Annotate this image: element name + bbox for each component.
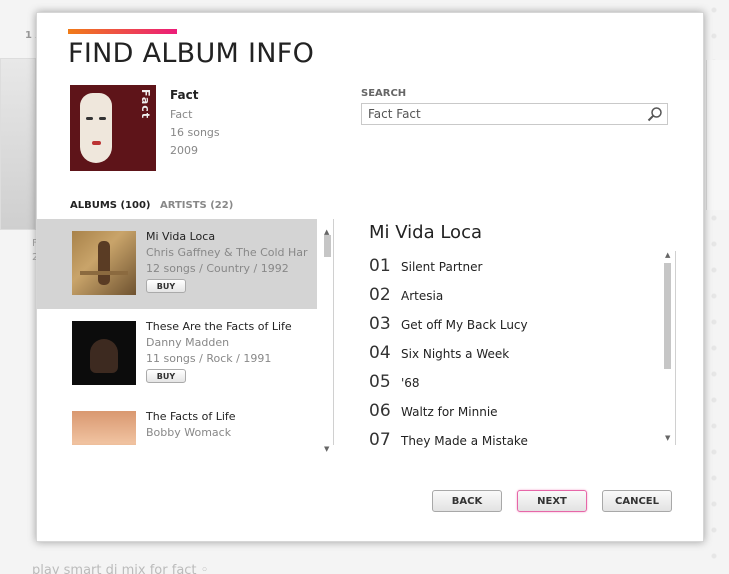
current-album-title: Fact — [170, 88, 199, 102]
selected-album-title: Mi Vida Loca — [369, 222, 483, 243]
album-list-item[interactable]: The Facts of Life Bobby Womack — [37, 399, 317, 445]
title-accent-bar — [68, 29, 177, 34]
album-details: 11 songs / Rock / 1991 — [146, 352, 272, 365]
background-panel — [706, 60, 729, 210]
smart-dj-mix-link[interactable]: play smart dj mix for fact ◦ — [32, 563, 208, 574]
current-album-artist: Fact — [170, 108, 193, 121]
buy-button[interactable]: BUY — [146, 369, 186, 383]
search-input[interactable] — [368, 106, 638, 122]
track-name: Silent Partner — [401, 260, 483, 274]
album-list-item[interactable]: These Are the Facts of Life Danny Madden… — [37, 309, 317, 399]
smart-dj-icon: ◦ — [200, 563, 209, 574]
album-details: 12 songs / Country / 1992 — [146, 262, 289, 275]
album-title: These Are the Facts of Life — [146, 320, 292, 333]
track-list-scrollbar[interactable]: ▲ ▼ — [663, 251, 675, 447]
scroll-thumb[interactable] — [324, 235, 331, 257]
next-button[interactable]: NEXT — [517, 490, 587, 512]
track-name: Waltz for Minnie — [401, 405, 498, 419]
track-name: Artesia — [401, 289, 444, 303]
album-cover — [72, 411, 136, 445]
album-list-item[interactable]: Mi Vida Loca Chris Gaffney & The Cold Ha… — [37, 219, 317, 309]
album-artist: Danny Madden — [146, 336, 230, 349]
scroll-up-arrow[interactable]: ▲ — [665, 251, 670, 259]
results-tabs: ALBUMS (100) ARTISTS (22) — [70, 200, 239, 211]
back-button[interactable]: BACK — [432, 490, 502, 512]
track-number: 01 — [369, 256, 391, 276]
search-box[interactable] — [361, 103, 668, 125]
track-number: 02 — [369, 285, 391, 305]
panel-divider — [333, 219, 334, 445]
cancel-button[interactable]: CANCEL — [602, 490, 672, 512]
album-cover — [72, 321, 136, 385]
album-cover — [72, 231, 136, 295]
current-album-song-count: 16 songs — [170, 126, 220, 139]
album-artist: Chris Gaffney & The Cold Hard Facts — [146, 246, 308, 259]
track-name: They Made a Mistake — [401, 434, 528, 448]
dialog-title: FIND ALBUM INFO — [68, 38, 315, 69]
track-number: 05 — [369, 372, 391, 392]
track-name: '68 — [401, 376, 420, 390]
track-number: 04 — [369, 343, 391, 363]
tab-artists[interactable]: ARTISTS (22) — [160, 200, 233, 211]
album-results-list[interactable]: Mi Vida Loca Chris Gaffney & The Cold Ha… — [37, 219, 333, 445]
find-album-info-dialog: FIND ALBUM INFO Fact Fact Fact 16 songs … — [36, 12, 704, 542]
buy-button[interactable]: BUY — [146, 279, 186, 293]
track-name: Get off My Back Lucy — [401, 318, 528, 332]
track-panel-border — [675, 251, 676, 445]
scroll-down-arrow[interactable]: ▼ — [665, 434, 670, 442]
album-title: The Facts of Life — [146, 410, 236, 423]
current-album-cover: Fact — [70, 85, 156, 171]
album-artist: Bobby Womack — [146, 426, 232, 439]
search-label: SEARCH — [361, 88, 407, 99]
current-album-year: 2009 — [170, 144, 198, 157]
tab-albums[interactable]: ALBUMS (100) — [70, 200, 151, 211]
track-number: 07 — [369, 430, 391, 450]
smart-dj-mix-label: play smart dj mix for fact — [32, 563, 197, 574]
cover-mask-figure — [80, 93, 112, 163]
scroll-thumb[interactable] — [664, 263, 671, 369]
background-album-art — [0, 58, 36, 230]
track-number: 03 — [369, 314, 391, 334]
scroll-down-arrow[interactable]: ▼ — [324, 445, 329, 453]
track-number: 06 — [369, 401, 391, 421]
cover-brand-text: Fact — [139, 89, 152, 120]
album-title: Mi Vida Loca — [146, 230, 216, 243]
search-icon[interactable] — [647, 106, 663, 122]
track-name: Six Nights a Week — [401, 347, 510, 361]
